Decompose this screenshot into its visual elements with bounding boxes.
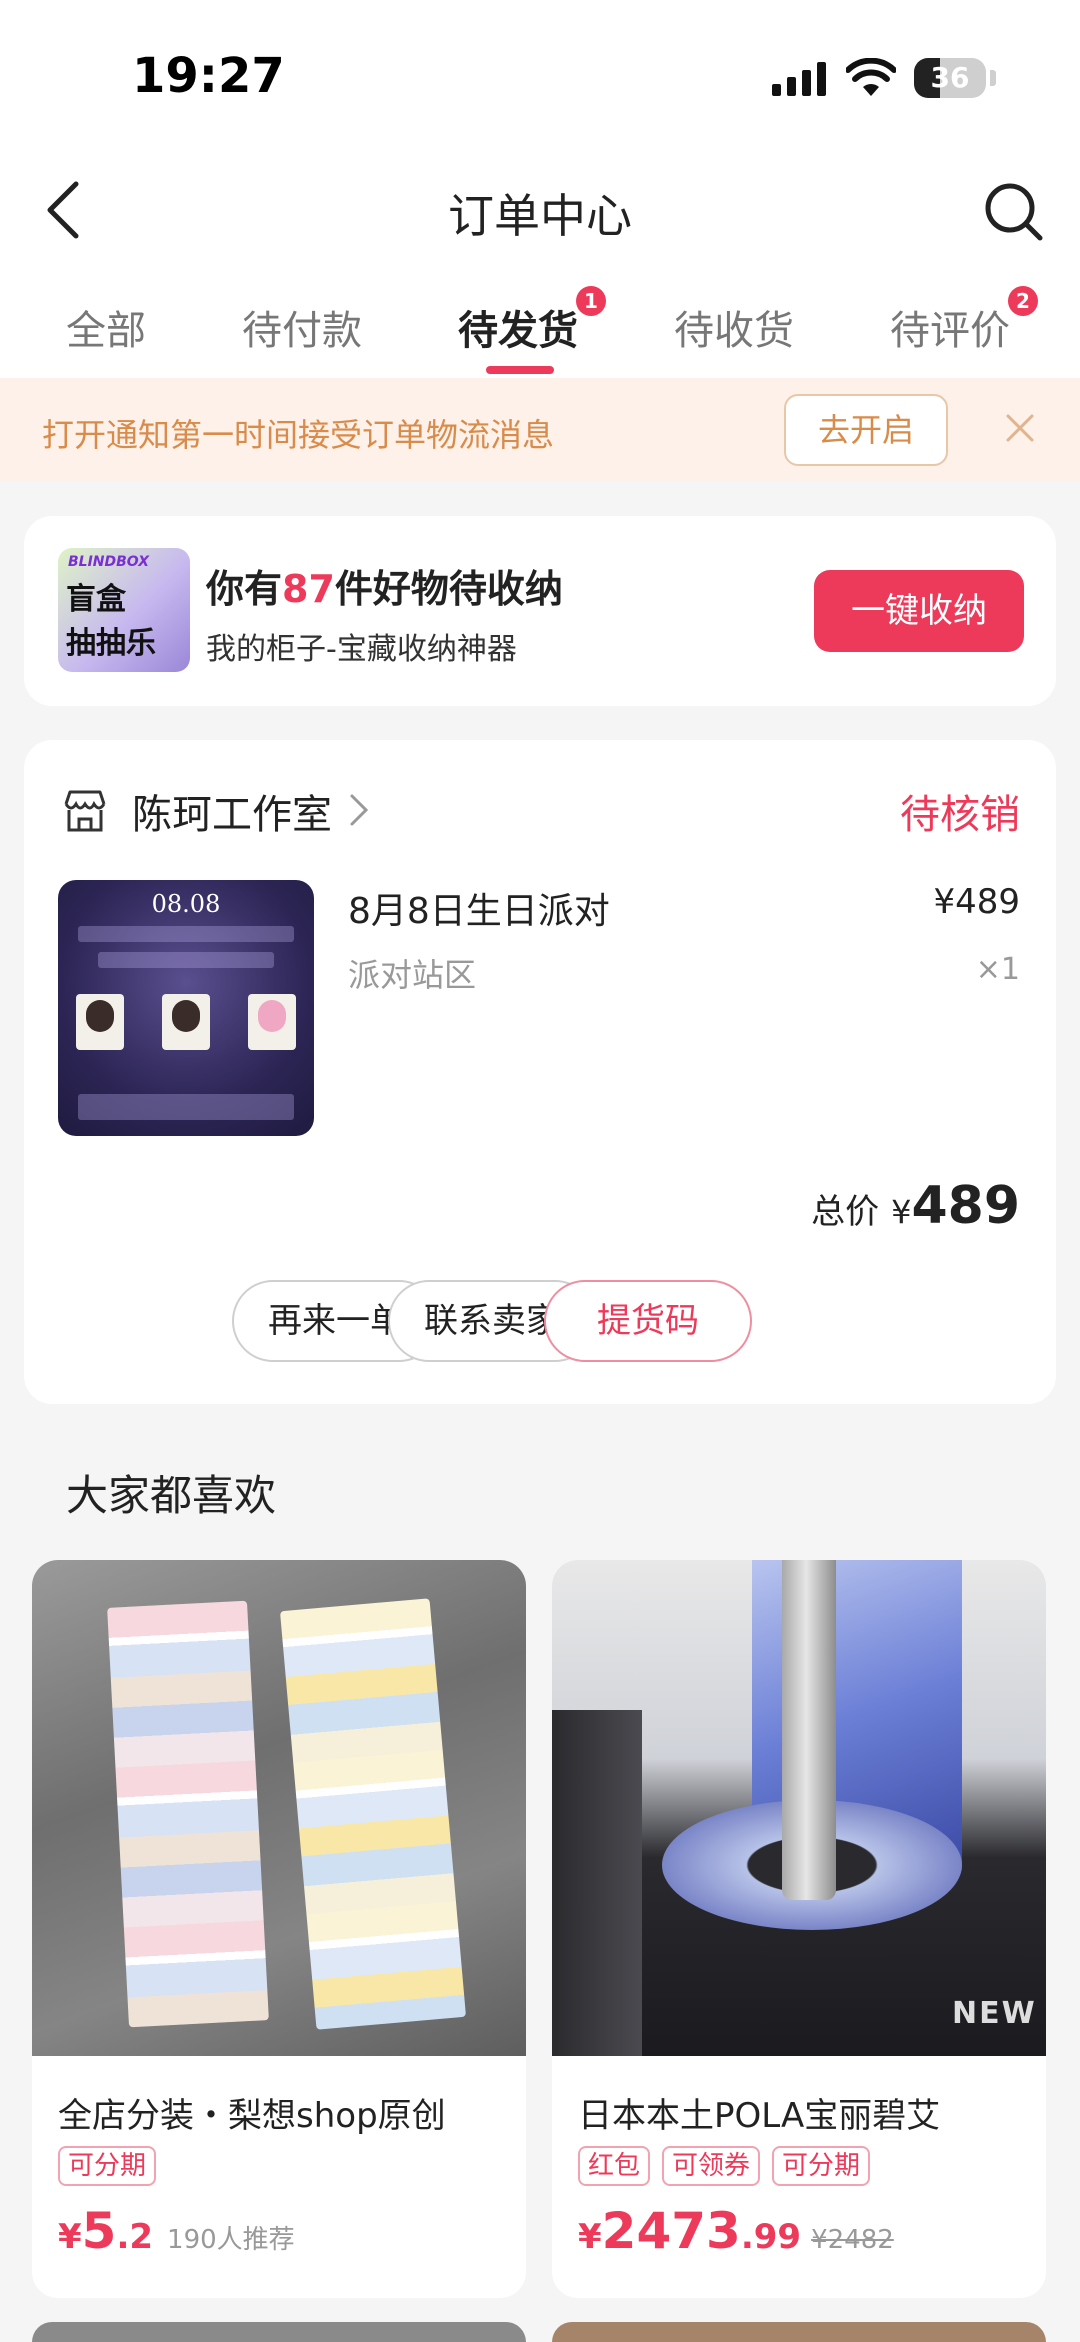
recommend-tags: 可分期 xyxy=(58,2146,157,2186)
order-card: 陈珂工作室 待核销 08.08 8月8日生日派对 派对站区 ¥489 ×1 总价… xyxy=(24,740,1056,1404)
price-currency: ¥ xyxy=(578,2217,602,2257)
tab-label: 待发货 xyxy=(458,308,578,354)
battery-text: 36 xyxy=(930,61,970,94)
tab-pending-payment[interactable]: 待付款 xyxy=(242,298,362,356)
blindbox-logo: BLINDBOX 盲盒 抽抽乐 xyxy=(58,548,190,672)
search-icon[interactable] xyxy=(982,180,1044,242)
image-portrait xyxy=(162,994,210,1050)
tab-pending-receipt[interactable]: 待收货 xyxy=(674,298,794,356)
tag-red-packet: 红包 xyxy=(578,2146,651,2186)
recommend-title: 日本本土POLA宝丽碧艾 xyxy=(578,2096,941,2136)
status-time: 19:27 xyxy=(132,48,285,104)
notification-text: 打开通知第一时间接受订单物流消息 xyxy=(42,416,555,454)
order-status: 待核销 xyxy=(900,792,1020,838)
recommend-price: ¥5.2 190人推荐 xyxy=(58,2202,295,2260)
image-portrait xyxy=(248,994,296,1050)
image-text-line xyxy=(78,926,294,942)
logo-line1: 盲盒 xyxy=(66,582,126,617)
image-text-line xyxy=(78,1094,294,1120)
tag-coupon: 可领券 xyxy=(662,2146,761,2186)
notification-banner: 打开通知第一时间接受订单物流消息 去开启 xyxy=(0,378,1080,482)
image-text-line xyxy=(98,952,274,968)
next-card-peek xyxy=(32,2322,526,2342)
recommend-title: 全店分装・梨想shop原创 xyxy=(58,2096,446,2136)
product-image: NEW xyxy=(552,1560,1046,2056)
washi-tape-strip xyxy=(279,1598,467,2030)
product-price: ¥489 xyxy=(933,882,1020,922)
wifi-icon xyxy=(846,58,896,96)
tab-badge: 2 xyxy=(1008,286,1038,316)
recommend-section-title: 大家都喜欢 xyxy=(66,1471,277,1520)
serum-bottle xyxy=(782,1560,836,1900)
product-spec: 派对站区 xyxy=(348,956,477,994)
total-label: 总价 xyxy=(811,1192,880,1232)
close-icon[interactable] xyxy=(1002,410,1038,446)
recommend-card[interactable]: NEW 日本本土POLA宝丽碧艾 红包 可领券 可分期 ¥2473.99 ¥248… xyxy=(552,1560,1046,2298)
tab-pending-review[interactable]: 待评价 2 xyxy=(890,286,1038,356)
promo-subtitle: 我的柜子-宝藏收纳神器 xyxy=(206,632,517,667)
shop-name[interactable]: 陈珂工作室 xyxy=(132,782,332,840)
price-integer: 2473 xyxy=(601,2202,741,2260)
status-bar: 19:27 36 xyxy=(0,0,1080,150)
price-decimal: .2 xyxy=(116,2217,154,2257)
price-decimal: .99 xyxy=(740,2217,802,2257)
tag-installment: 可分期 xyxy=(772,2146,871,2186)
active-tab-indicator xyxy=(486,366,554,374)
tab-label: 全部 xyxy=(66,308,146,354)
recommend-count: 190人推荐 xyxy=(167,2225,295,2255)
order-total: 总价 ¥489 xyxy=(811,1176,1020,1236)
promo-title-suffix: 件好物待收纳 xyxy=(334,567,563,611)
price-currency: ¥ xyxy=(58,2217,82,2257)
total-currency: ¥ xyxy=(891,1193,912,1231)
tag-installment: 可分期 xyxy=(58,2146,157,2186)
product-image-date: 08.08 xyxy=(151,890,221,918)
chevron-right-icon[interactable] xyxy=(348,792,370,828)
product-quantity: ×1 xyxy=(975,952,1020,987)
signal-icon xyxy=(772,62,826,96)
tab-all[interactable]: 全部 xyxy=(66,298,146,356)
total-value: 489 xyxy=(911,1176,1020,1236)
tab-badge: 1 xyxy=(576,286,606,316)
tab-label: 待评价 xyxy=(890,308,1010,354)
washi-tape-strip xyxy=(107,1600,269,2028)
recommend-card[interactable]: 全店分装・梨想shop原创 可分期 ¥5.2 190人推荐 xyxy=(32,1560,526,2298)
logo-line2: 抽抽乐 xyxy=(66,626,156,661)
tab-label: 待收货 xyxy=(674,308,794,354)
logo-top-text: BLINDBOX xyxy=(68,554,150,570)
order-tabs: 全部 待付款 待发货 1 待收货 待评价 2 xyxy=(0,270,1080,378)
pickup-code-button[interactable]: 提货码 xyxy=(544,1280,752,1362)
recommend-price: ¥2473.99 ¥2482 xyxy=(578,2202,894,2260)
original-price: ¥2482 xyxy=(811,2225,894,2255)
product-image[interactable]: 08.08 xyxy=(58,880,314,1136)
page-title: 订单中心 xyxy=(448,189,632,243)
battery-tip xyxy=(990,70,996,86)
battery-indicator: 36 xyxy=(914,58,986,98)
shop-icon xyxy=(64,790,106,832)
enable-notification-button[interactable]: 去开启 xyxy=(784,394,948,466)
promo-title-prefix: 你有 xyxy=(206,567,283,611)
promo-title: 你有87件好物待收纳 xyxy=(206,558,563,613)
promo-count: 87 xyxy=(282,567,335,611)
storage-promo-card[interactable]: BLINDBOX 盲盒 抽抽乐 你有87件好物待收纳 我的柜子-宝藏收纳神器 一… xyxy=(24,516,1056,706)
image-portrait xyxy=(76,994,124,1050)
tab-label: 待付款 xyxy=(242,308,362,354)
nav-bar: 订单中心 xyxy=(0,150,1080,270)
image-text-new: NEW xyxy=(952,1996,1037,2031)
next-card-peek xyxy=(552,2322,1046,2342)
price-integer: 5 xyxy=(81,2202,117,2260)
tab-pending-shipment[interactable]: 待发货 1 xyxy=(458,286,606,356)
one-click-store-button[interactable]: 一键收纳 xyxy=(814,570,1024,652)
recommend-tags: 红包 可领券 可分期 xyxy=(578,2146,871,2186)
product-name[interactable]: 8月8日生日派对 xyxy=(348,882,610,934)
product-image xyxy=(32,1560,526,2056)
product-box xyxy=(552,1710,642,2056)
